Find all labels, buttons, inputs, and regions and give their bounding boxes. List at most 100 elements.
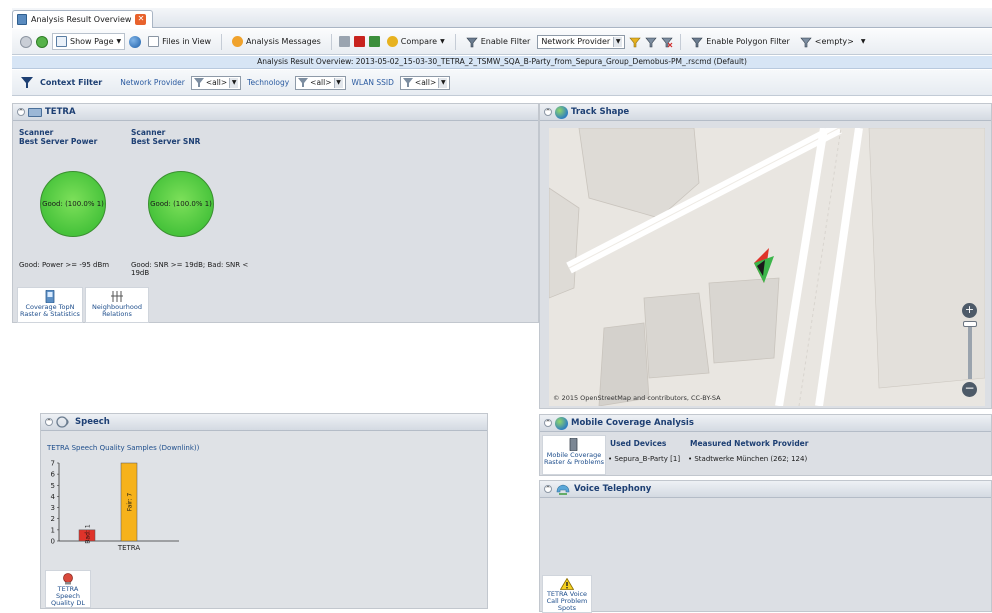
compare-button[interactable]: Compare ▼ bbox=[384, 34, 448, 49]
polygon-filter-icon bbox=[691, 37, 703, 47]
tile-label: TETRA Speech Quality DL bbox=[51, 585, 85, 607]
best-server-snr-gauge[interactable]: Good: (100.0% 1) bbox=[148, 171, 214, 237]
analysis-messages-button[interactable]: Analysis Messages bbox=[229, 34, 324, 49]
close-icon[interactable]: ✕ bbox=[135, 14, 147, 25]
zoom-in-icon[interactable]: + bbox=[962, 303, 977, 318]
gauge-note-power: Good: Power >= -95 dBm bbox=[19, 261, 110, 269]
toolbar-separator bbox=[454, 33, 456, 50]
compare-label: Compare bbox=[400, 37, 438, 46]
technology-filter-select[interactable]: <all> ▼ bbox=[295, 75, 346, 90]
tetra-speech-quality-dl-tile[interactable]: TETRA Speech Quality DL bbox=[45, 570, 91, 608]
report-icon[interactable] bbox=[338, 36, 350, 47]
network-provider-select[interactable]: Network Provider ▼ bbox=[537, 34, 626, 49]
gauge-title-line: Best Server SNR bbox=[131, 136, 201, 146]
document-icon bbox=[17, 14, 27, 25]
chevron-down-icon: ▼ bbox=[440, 38, 445, 45]
back-icon[interactable] bbox=[20, 35, 32, 48]
y-tick-label: 2 bbox=[51, 515, 55, 523]
collapse-icon[interactable]: ^ bbox=[544, 108, 552, 116]
enable-polygon-filter-button[interactable]: Enable Polygon Filter bbox=[688, 34, 793, 50]
analysis-messages-label: Analysis Messages bbox=[246, 37, 321, 46]
wlan-ssid-filter-label: WLAN SSID bbox=[351, 78, 394, 87]
warning-icon bbox=[560, 578, 574, 590]
polygon-select[interactable]: <empty> ▼ bbox=[797, 34, 869, 50]
zoom-slider-handle[interactable] bbox=[963, 321, 977, 327]
coverage-topn-tile[interactable]: Coverage TopN Raster & Statistics bbox=[17, 287, 83, 323]
speech-panel: ^ Speech TETRA Speech Quality Samples (D… bbox=[40, 413, 488, 609]
network-provider-filter-label: Network Provider bbox=[120, 78, 185, 87]
tab-analysis-result-overview[interactable]: Analysis Result Overview ✕ bbox=[12, 10, 154, 28]
zoom-out-icon[interactable]: − bbox=[962, 382, 977, 397]
tile-label: Mobile Coverage Raster & Problems bbox=[543, 451, 605, 466]
enable-filter-button[interactable]: Enable Filter bbox=[463, 34, 534, 50]
page-icon bbox=[56, 36, 67, 47]
used-devices-header: Used Devices bbox=[610, 439, 667, 448]
best-server-power-gauge[interactable]: Good: (100.0% 1) bbox=[40, 171, 106, 237]
bar-data-label: Fair: 7 bbox=[127, 493, 134, 512]
map-attribution: © 2015 OpenStreetMap and contributors, C… bbox=[553, 394, 721, 402]
network-relations-icon bbox=[111, 291, 123, 302]
show-page-button[interactable]: Show Page ▼ bbox=[52, 33, 126, 50]
chevron-down-icon: ▼ bbox=[860, 38, 866, 45]
map-canvas bbox=[549, 128, 985, 406]
chevron-down-icon: ▼ bbox=[333, 77, 343, 88]
collapse-icon[interactable]: ^ bbox=[544, 419, 552, 427]
filter-icon bbox=[466, 37, 478, 47]
speech-quality-chart[interactable]: 0 1 2 3 4 5 6 7 TETRA Bad: 1 Fair: 7 bbox=[47, 456, 207, 556]
zoom-control: + − bbox=[962, 303, 978, 398]
y-tick-label: 0 bbox=[51, 538, 55, 546]
chevron-down-icon: ▼ bbox=[116, 38, 122, 45]
mobile-coverage-title: Mobile Coverage Analysis bbox=[571, 418, 694, 428]
network-provider-select-value: Network Provider bbox=[541, 37, 611, 46]
tetra-panel-header: ^ TETRA bbox=[13, 104, 538, 121]
collapse-icon[interactable]: ^ bbox=[544, 485, 552, 493]
collapse-icon[interactable]: ^ bbox=[17, 108, 25, 116]
files-icon bbox=[148, 36, 160, 47]
speech-panel-header: ^ Speech bbox=[41, 414, 487, 431]
neighbourhood-relations-tile[interactable]: Neighbourhood Relations bbox=[85, 287, 149, 323]
y-tick-label: 7 bbox=[51, 460, 55, 468]
excel-icon[interactable] bbox=[368, 36, 380, 47]
wlan-ssid-filter-select[interactable]: <all> ▼ bbox=[399, 75, 451, 90]
globe-icon[interactable] bbox=[129, 35, 142, 48]
collapse-icon[interactable]: ^ bbox=[45, 418, 53, 426]
filter-icon bbox=[402, 78, 413, 87]
globe-icon bbox=[555, 416, 568, 430]
forward-icon[interactable] bbox=[36, 35, 48, 48]
filter-add-icon[interactable] bbox=[629, 36, 641, 48]
tetra-voice-call-problem-spots-tile[interactable]: TETRA Voice Call Problem Spots bbox=[542, 575, 592, 613]
measured-provider-item: • Stadtwerke München (262; 124) bbox=[688, 455, 808, 463]
telephone-icon bbox=[556, 484, 570, 495]
network-provider-filter-select[interactable]: <all> ▼ bbox=[190, 75, 242, 90]
chevron-down-icon: ▼ bbox=[229, 77, 239, 88]
voice-telephony-panel: ^ Voice Telephony TETRA Voice Call Probl… bbox=[539, 480, 992, 613]
polygon-select-value: <empty> bbox=[814, 37, 854, 46]
gauge-title-line: Best Server Power bbox=[19, 136, 98, 146]
tetra-icon bbox=[28, 107, 42, 117]
phone-icon bbox=[45, 290, 55, 303]
tetra-panel: ^ TETRA Scanner Best Server Power Good: … bbox=[12, 103, 539, 323]
tab-label: Analysis Result Overview bbox=[31, 15, 132, 24]
zoom-slider[interactable] bbox=[963, 321, 977, 379]
tetra-panel-title: TETRA bbox=[45, 107, 76, 117]
context-filter-title: Context Filter bbox=[40, 78, 103, 87]
mobile-coverage-raster-tile[interactable]: Mobile Coverage Raster & Problems bbox=[542, 435, 606, 475]
technology-filter-value: <all> bbox=[310, 78, 332, 87]
y-tick-label: 4 bbox=[51, 493, 56, 501]
technology-filter-label: Technology bbox=[247, 78, 290, 87]
gauge-note-snr: Good: SNR >= 19dB; Bad: SNR < 19dB bbox=[131, 261, 249, 277]
pdf-icon[interactable] bbox=[353, 36, 365, 47]
gauge-value: Good: (100.0% 1) bbox=[150, 200, 212, 208]
filter-icon bbox=[298, 78, 309, 87]
tab-strip: Analysis Result Overview ✕ bbox=[12, 8, 992, 28]
toolbar-separator bbox=[330, 33, 332, 50]
y-tick-label: 3 bbox=[51, 504, 55, 512]
toolbar: Show Page ▼ Files in View Analysis Messa… bbox=[12, 29, 992, 55]
files-in-view-button[interactable]: Files in View bbox=[145, 34, 214, 49]
map-view[interactable]: + − © 2015 OpenStreetMap and contributor… bbox=[549, 128, 985, 406]
speech-chart-title: TETRA Speech Quality Samples (Downlink)) bbox=[47, 444, 200, 452]
filter-edit-icon[interactable] bbox=[645, 36, 657, 48]
files-in-view-label: Files in View bbox=[162, 37, 212, 46]
filter-remove-icon[interactable] bbox=[661, 36, 673, 48]
toolbar-separator bbox=[221, 33, 223, 50]
